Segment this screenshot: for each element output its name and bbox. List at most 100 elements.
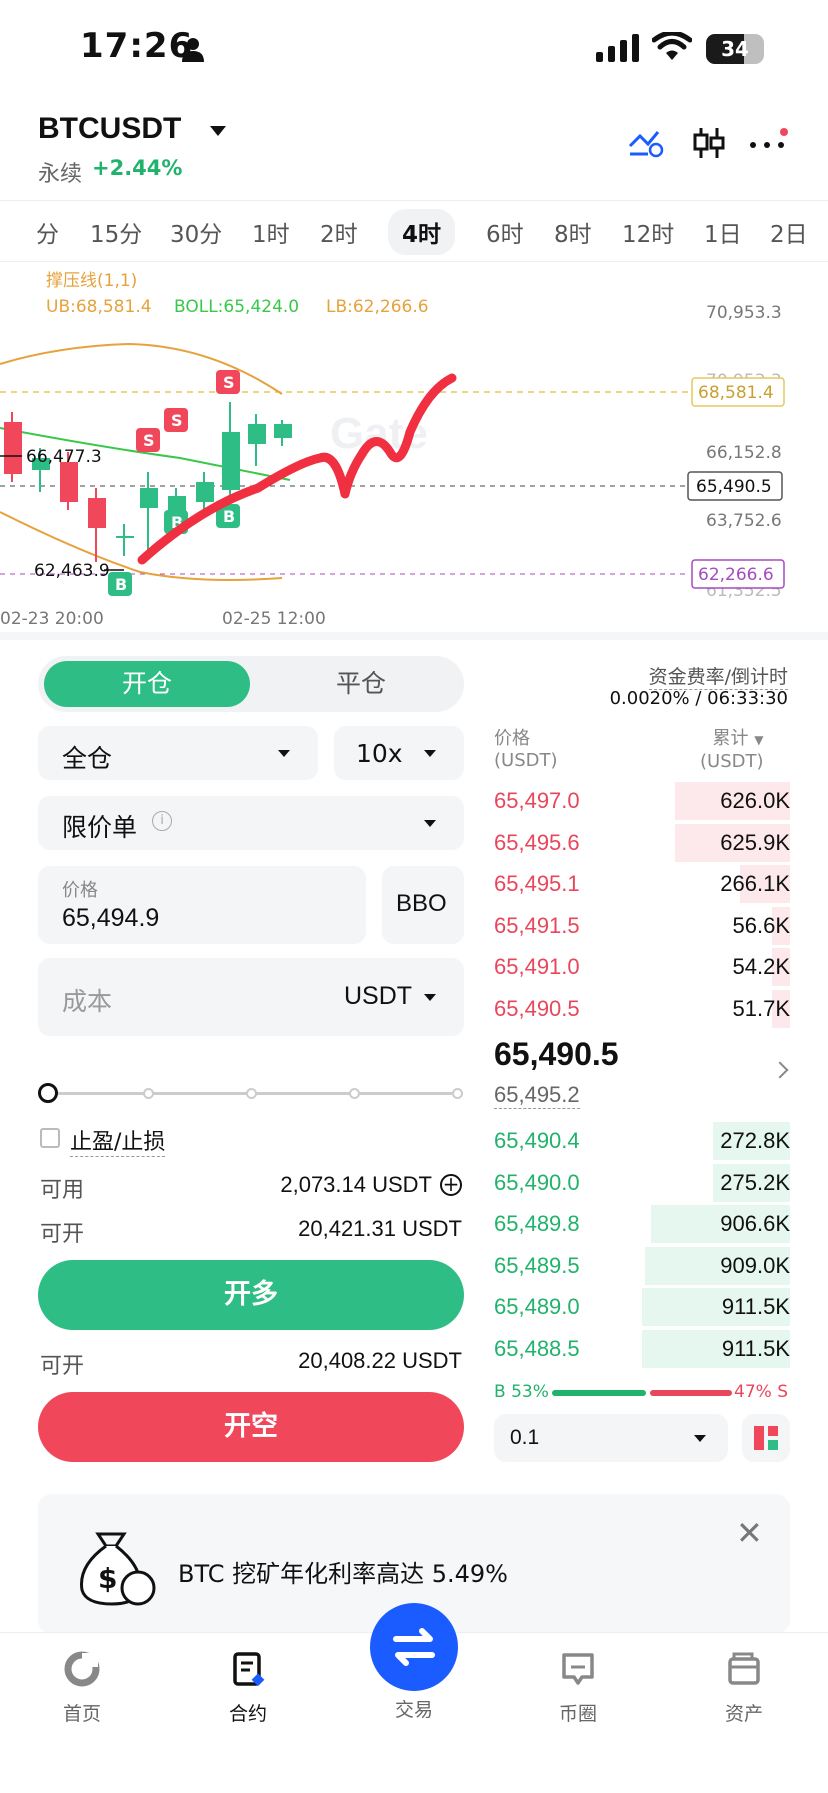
orderbook-price-header: 价格 (USDT) — [494, 728, 558, 772]
trade-marks: S S S B B B — [108, 370, 240, 596]
nav-contract[interactable]: 合约 — [198, 1651, 298, 1726]
orderbook-row[interactable]: 65,489.5 909.0K — [494, 1246, 790, 1285]
tab-timeframe[interactable]: 2时 — [320, 215, 358, 249]
tab-timeframe[interactable]: 1日 — [704, 215, 742, 249]
time-tick: 02-23 20:00 — [0, 609, 104, 629]
close-position-tab[interactable]: 平仓 — [264, 661, 458, 707]
trend-alert-icon[interactable] — [628, 126, 664, 158]
orderbook-row[interactable]: 65,491.5 56.6K — [494, 906, 790, 945]
kline-chart[interactable]: Gate S S S B B B 撑压线(1,1) UB:68,581.4 BO… — [0, 262, 828, 634]
order-type-select[interactable]: 限价单 i — [38, 796, 464, 850]
open-short-button[interactable]: 开空 — [38, 1392, 464, 1462]
chevron-down-icon — [278, 750, 290, 757]
slider-handle[interactable] — [38, 1083, 58, 1103]
orderbook-row[interactable]: 65,489.8 906.6K — [494, 1205, 790, 1243]
orderbook-row[interactable]: 65,488.5 911.5K — [494, 1329, 790, 1368]
slider-step[interactable] — [246, 1088, 257, 1099]
nav-assets[interactable]: 资产 — [694, 1651, 794, 1726]
info-icon[interactable]: i — [152, 811, 172, 831]
orderbook-total: 275.2K — [720, 1169, 790, 1195]
tab-timeframe[interactable]: 30分 — [170, 215, 222, 249]
tab-timeframe[interactable]: 1时 — [252, 215, 290, 249]
price-change: +2.44% — [92, 156, 183, 180]
price-input[interactable]: 价格 65,494.9 — [38, 866, 366, 944]
orderbook-row[interactable]: 65,491.0 54.2K — [494, 948, 790, 986]
tpsl-checkbox[interactable] — [40, 1128, 60, 1148]
price-tick-last: 65,490.5 — [696, 477, 772, 497]
close-icon[interactable]: ✕ — [736, 1514, 763, 1552]
pair-dropdown-icon[interactable] — [210, 126, 226, 136]
home-icon — [64, 1651, 100, 1687]
orderbook-row[interactable]: 65,490.5 51.7K — [494, 989, 790, 1028]
price-input-label: 价格 — [62, 880, 98, 901]
nav-label: 合约 — [228, 1703, 267, 1725]
candlestick-icon[interactable] — [692, 126, 726, 160]
price-tick-ub: 68,581.4 — [698, 383, 774, 403]
orderbook-price: 65,488.5 — [494, 1335, 580, 1361]
funding-rate-label[interactable]: 资金费率/倒计时 — [648, 662, 788, 690]
orderbook-total-header[interactable]: 累计 ▼ (USDT) — [700, 728, 764, 773]
svg-text:S: S — [223, 373, 235, 392]
tab-timeframe[interactable]: 12时 — [622, 215, 674, 249]
cost-input[interactable]: 成本 USDT — [38, 958, 464, 1036]
margin-mode-value: 全仓 — [62, 744, 113, 773]
orderbook-row[interactable]: 65,490.4 272.8K — [494, 1122, 790, 1160]
tab-timeframe[interactable]: 6时 — [486, 215, 524, 249]
add-funds-icon[interactable]: + — [440, 1174, 462, 1196]
open-position-tab[interactable]: 开仓 — [44, 661, 250, 707]
banner-text: BTC 挖矿年化利率高达 5.49% — [178, 1560, 508, 1588]
mark-price[interactable]: 65,495.2 — [494, 1082, 580, 1109]
bbo-button[interactable]: BBO — [382, 866, 464, 944]
swap-icon — [370, 1603, 458, 1691]
slider-step[interactable] — [349, 1088, 360, 1099]
tab-timeframe-active[interactable]: 4时 — [388, 209, 456, 255]
can-open-label: 可开 — [40, 1222, 85, 1247]
indicator-title: 撑压线(1,1) — [46, 271, 137, 291]
precision-value: 0.1 — [510, 1426, 540, 1449]
nav-home[interactable]: 首页 — [32, 1651, 132, 1726]
margin-mode-select[interactable]: 全仓 — [38, 726, 318, 780]
nav-label: 资产 — [724, 1703, 763, 1725]
svg-text:$: $ — [98, 1562, 117, 1595]
timeframe-tabs: 分 15分 30分 1时 2时 4时 6时 8时 12时 1日 2日 — [0, 200, 828, 262]
chevron-right-icon[interactable] — [771, 1061, 789, 1079]
nav-trade[interactable]: 交易 — [364, 1603, 464, 1722]
orderbook-total: 911.5K — [721, 1335, 790, 1361]
pair-title[interactable]: BTCUSDT — [38, 112, 181, 146]
cost-unit[interactable]: USDT — [344, 982, 412, 1011]
last-price: 65,490.5 — [494, 1036, 619, 1072]
orderbook-row[interactable]: 65,489.0 911.5K — [494, 1288, 790, 1326]
leverage-select[interactable]: 10x — [334, 726, 464, 780]
tab-timeframe[interactable]: 2日 — [770, 215, 808, 249]
nav-label: 币圈 — [558, 1703, 597, 1725]
slider-step[interactable] — [452, 1088, 463, 1099]
orderbook-price: 65,491.5 — [494, 912, 580, 938]
contract-type: 永续 — [38, 162, 83, 187]
slider-step[interactable] — [143, 1088, 154, 1099]
orderbook-total: 266.1K — [720, 871, 790, 896]
nav-community[interactable]: 币圈 — [528, 1651, 628, 1726]
orderbook-row[interactable]: 65,495.6 625.9K — [494, 823, 790, 862]
orderbook-price: 65,495.1 — [494, 871, 580, 896]
money-bag-icon: $ — [80, 1532, 156, 1606]
tpsl-label[interactable]: 止盈/止损 — [70, 1124, 166, 1157]
buy-ratio-bar — [552, 1390, 646, 1396]
orderbook-row[interactable]: 65,497.0 626.0K — [494, 782, 790, 820]
orderbook-row[interactable]: 65,490.0 275.2K — [494, 1163, 790, 1202]
person-icon — [182, 38, 204, 62]
chevron-down-icon — [424, 994, 436, 1001]
tab-timeframe[interactable]: 分 — [36, 215, 59, 249]
orderbook-total-unit: (USDT) — [700, 751, 764, 772]
orderbook-row[interactable]: 65,495.1 266.1K — [494, 865, 790, 903]
tab-timeframe[interactable]: 15分 — [90, 215, 142, 249]
more-icon[interactable] — [748, 128, 790, 156]
precision-select[interactable]: 0.1 — [494, 1414, 728, 1462]
price-tick: 66,152.8 — [706, 443, 782, 463]
can-open-long-value: 20,421.31 USDT — [298, 1216, 462, 1241]
open-long-button[interactable]: 开多 — [38, 1260, 464, 1330]
contract-icon — [233, 1652, 265, 1687]
tab-timeframe[interactable]: 8时 — [554, 215, 592, 249]
svg-text:B: B — [115, 575, 127, 594]
status-time: 17:26 — [80, 26, 194, 66]
orderbook-layout-button[interactable] — [742, 1414, 790, 1462]
